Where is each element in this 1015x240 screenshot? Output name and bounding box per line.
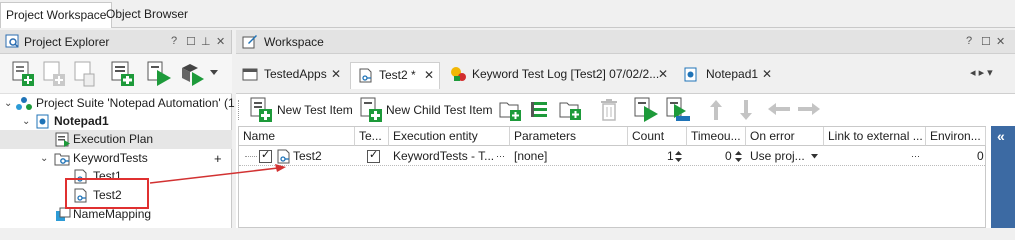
annotation-arrow (149, 164, 286, 184)
